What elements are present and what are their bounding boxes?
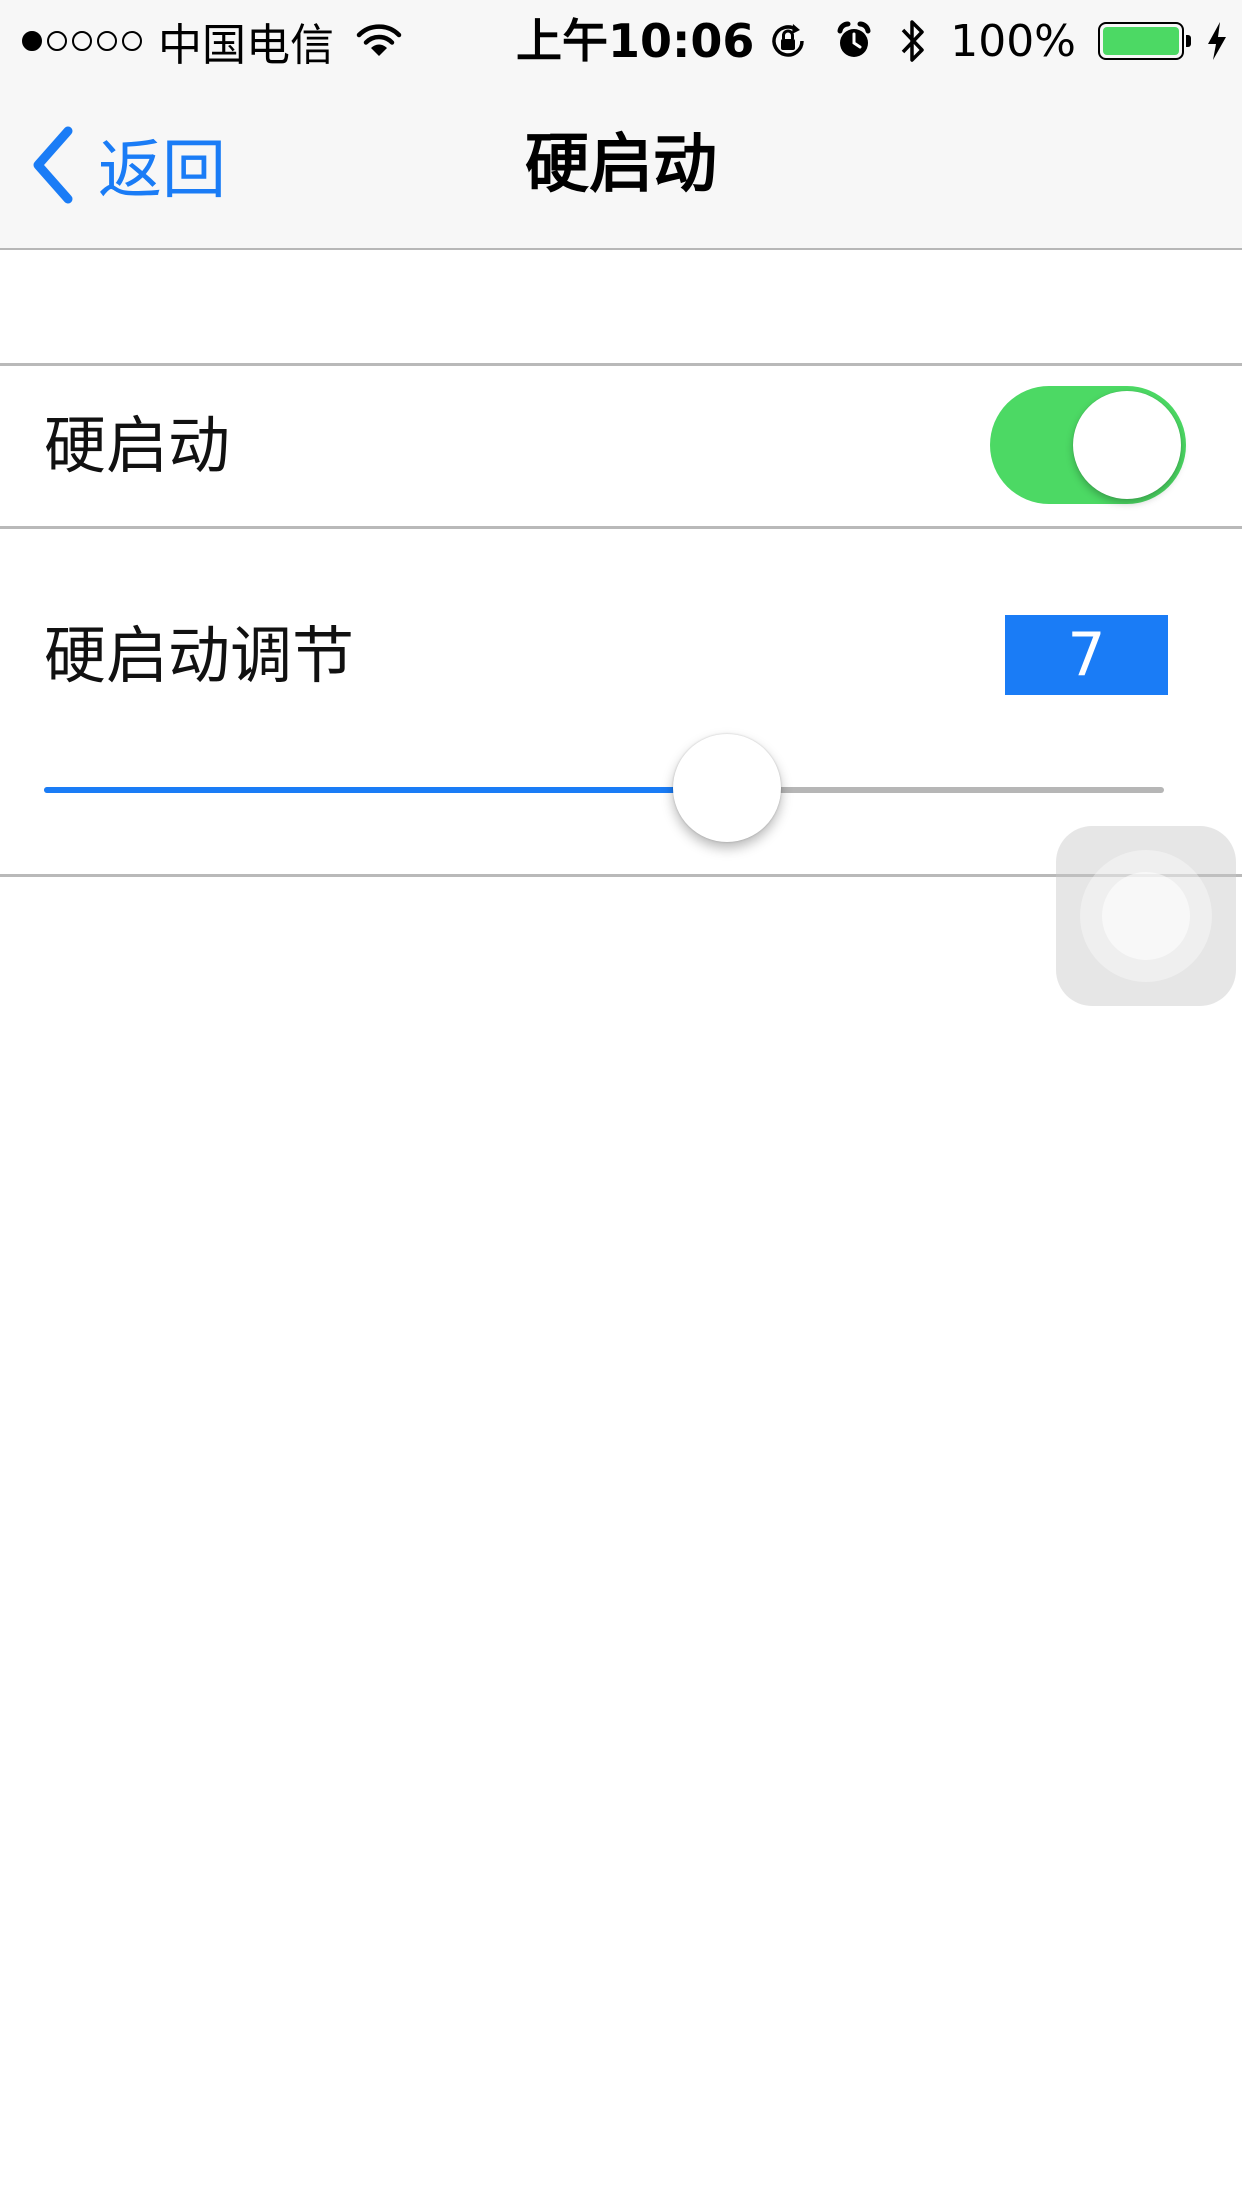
carrier-name: 中国电信 bbox=[158, 20, 334, 71]
section-top-divider bbox=[0, 363, 1242, 366]
slider-fill bbox=[44, 787, 728, 793]
signal-dot bbox=[22, 31, 42, 51]
status-right: 100% bbox=[766, 14, 1228, 68]
navigation-bar: 返回 硬启动 bbox=[0, 82, 1242, 250]
charging-bolt-icon bbox=[1208, 22, 1226, 60]
status-left: 中国电信 bbox=[22, 14, 402, 71]
wifi-icon bbox=[356, 24, 402, 56]
hard-start-toggle[interactable] bbox=[990, 386, 1186, 504]
assistive-touch-button[interactable] bbox=[1056, 826, 1236, 1006]
status-bar: 中国电信 上午10:06 100% bbox=[0, 0, 1242, 82]
signal-dot bbox=[72, 31, 92, 51]
row-divider bbox=[0, 526, 1242, 529]
status-time: 上午10:06 bbox=[516, 14, 755, 68]
bluetooth-icon bbox=[901, 20, 924, 62]
screen: 中国电信 上午10:06 100% 返回 硬启动 硬启动 硬启动调节 7 bbox=[0, 0, 1242, 2208]
slider-track bbox=[44, 787, 1164, 793]
slider-thumb[interactable] bbox=[673, 734, 782, 842]
alarm-icon bbox=[837, 21, 871, 57]
signal-dot bbox=[97, 31, 117, 51]
assistive-touch-core bbox=[1102, 872, 1190, 960]
battery-level-fill bbox=[1103, 27, 1179, 55]
battery-percentage: 100% bbox=[950, 15, 1076, 67]
hard-start-slider[interactable] bbox=[44, 730, 1164, 842]
signal-dot bbox=[47, 31, 67, 51]
signal-dot bbox=[122, 31, 142, 51]
battery-tip bbox=[1186, 35, 1191, 47]
page-title: 硬启动 bbox=[525, 128, 717, 202]
battery-icon bbox=[1098, 22, 1191, 60]
adjust-value-badge: 7 bbox=[1005, 615, 1168, 695]
hard-start-adjust-label: 硬启动调节 bbox=[44, 619, 355, 692]
toggle-knob bbox=[1073, 391, 1181, 499]
hard-start-label: 硬启动 bbox=[44, 409, 231, 482]
orientation-lock-icon bbox=[772, 24, 804, 57]
signal-strength-icon bbox=[22, 31, 142, 51]
